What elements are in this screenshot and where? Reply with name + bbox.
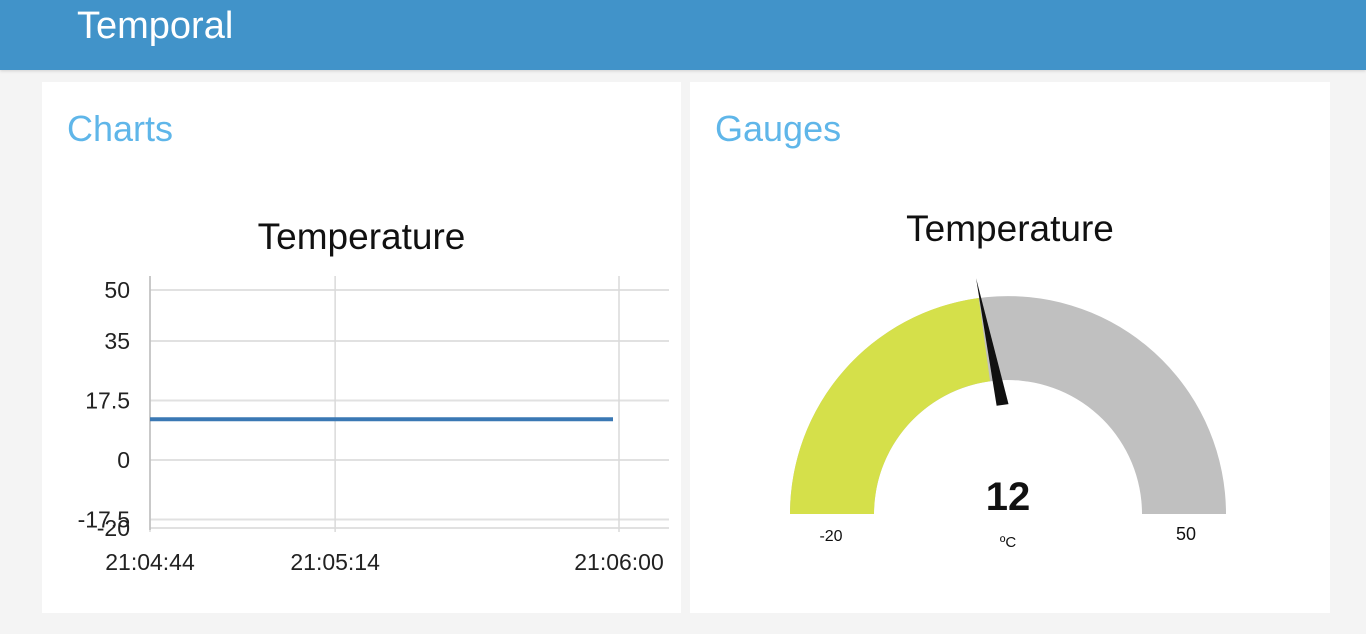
y-tick-label: -20: [97, 515, 130, 541]
x-tick-label: 21:05:14: [290, 549, 380, 575]
gauge-unit: ºC: [1000, 534, 1016, 551]
x-tick-label: 21:04:44: [105, 549, 195, 575]
y-tick-label: 50: [104, 277, 130, 303]
top-bar: Temporal: [0, 0, 1366, 70]
y-tick-label: 0: [117, 447, 130, 473]
gauge-max-label: 50: [1176, 524, 1196, 544]
gauge-fill: [790, 297, 991, 514]
gauge-min-label: -20: [819, 528, 842, 545]
charts-card: Charts Temperature 50 35 17.5 0 -17.5 -20 21:0…: [42, 82, 681, 613]
y-tick-label: 35: [104, 328, 130, 354]
app-title: Temporal: [77, 5, 234, 47]
gauges-card: Gauges Temperature 12 ºC -20 50: [690, 82, 1330, 613]
y-tick-label: 17.5: [85, 388, 130, 414]
gauge-value: 12: [986, 475, 1031, 519]
temperature-gauge: 12 ºC -20 50: [790, 278, 1226, 551]
x-tick-label: 21:06:00: [574, 549, 664, 575]
temperature-line-chart: 503517.50-17.5-2021:04:44 21:05:14 21:06:0…: [78, 276, 669, 575]
